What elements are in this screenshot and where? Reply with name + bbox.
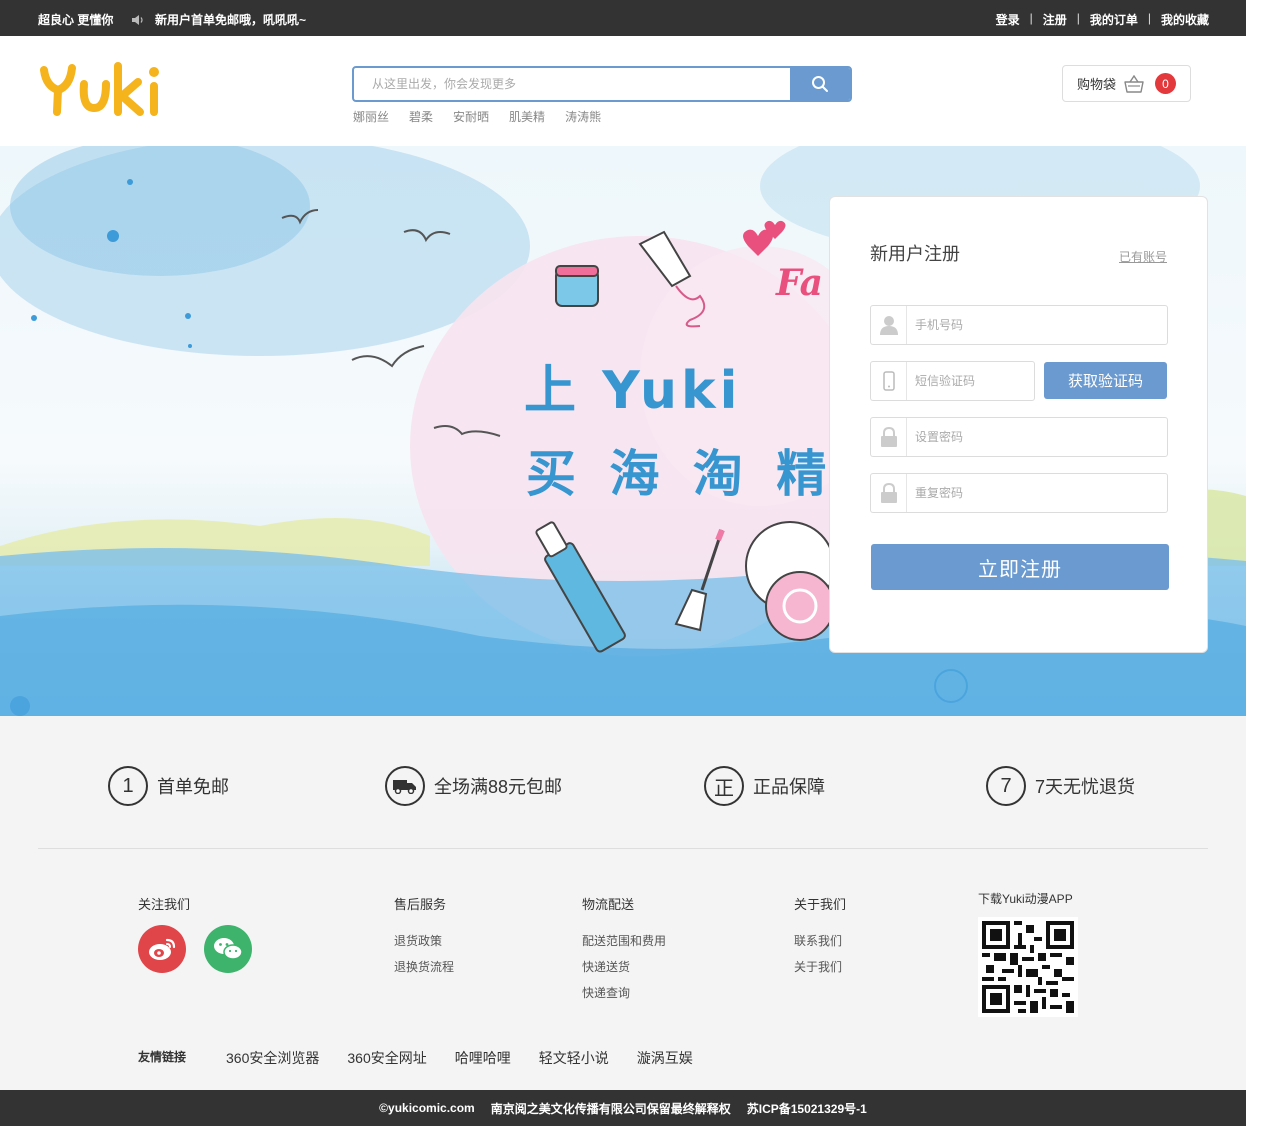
footer-link[interactable]: 退换货流程 xyxy=(394,958,454,975)
yuki-logo-graphic xyxy=(40,62,159,116)
after-sales-column: 售后服务 退货政策 退换货流程 xyxy=(394,894,454,984)
friend-links-title: 友情链接 xyxy=(138,1049,187,1064)
search-button[interactable] xyxy=(790,68,850,100)
user-icon xyxy=(871,306,907,344)
footer-link[interactable]: 快递送货 xyxy=(582,958,666,975)
password-input[interactable] xyxy=(915,418,1155,456)
friend-link[interactable]: 轻文轻小说 xyxy=(539,1048,609,1068)
promise-label: 首单免邮 xyxy=(157,777,229,797)
basket-icon xyxy=(1124,74,1144,93)
repeat-password-field xyxy=(870,473,1168,513)
lock-icon xyxy=(871,418,907,456)
sms-code-field xyxy=(870,361,1035,401)
separator: | xyxy=(1147,11,1151,25)
promise-item: 正 正品保障 xyxy=(704,766,825,806)
cart-label: 购物袋 xyxy=(1077,77,1117,92)
register-title: 新用户注册 xyxy=(870,244,960,264)
my-orders-link[interactable]: 我的订单 xyxy=(1090,11,1138,28)
footer-link[interactable]: 配送范围和费用 xyxy=(582,932,666,949)
footer-link[interactable]: 关于我们 xyxy=(794,958,846,975)
number-seven-icon: 7 xyxy=(986,766,1026,806)
window-edge xyxy=(1246,0,1263,1126)
search-box xyxy=(352,66,852,102)
lock-icon xyxy=(871,474,907,512)
qr-code-icon xyxy=(982,921,1074,1013)
friend-link[interactable]: 360安全浏览器 xyxy=(226,1048,319,1068)
slogan: 超良心 更懂你 xyxy=(38,13,114,27)
icp-number: 苏ICP备15021329号-1 xyxy=(746,1101,867,1116)
copyright: ©yukicomic.com xyxy=(379,1101,475,1115)
number-one-icon: 1 xyxy=(108,766,148,806)
hot-words: 娜丽丝 碧柔 安耐晒 肌美精 涛涛熊 xyxy=(353,108,621,125)
hot-word[interactable]: 安耐晒 xyxy=(453,108,489,125)
register-submit-button[interactable]: 立即注册 xyxy=(871,544,1169,590)
top-bar: 超良心 更懂你 新用户首单免邮哦，吼吼吼~ 登录 | 注册 | 我的订单 | 我… xyxy=(0,0,1246,36)
footer-link[interactable]: 快递查询 xyxy=(582,984,666,1001)
column-title: 关于我们 xyxy=(794,897,847,912)
hot-word[interactable]: 涛涛熊 xyxy=(565,108,601,125)
app-qr-code xyxy=(978,917,1078,1017)
truck-icon xyxy=(385,766,425,806)
promise-label: 正品保障 xyxy=(753,777,825,797)
promise-label: 7天无忧退货 xyxy=(1035,777,1136,797)
promise-label: 全场满88元包邮 xyxy=(434,777,563,797)
footer-link[interactable]: 退货政策 xyxy=(394,932,454,949)
login-link[interactable]: 登录 xyxy=(996,11,1020,28)
weibo-button[interactable] xyxy=(138,925,186,973)
service-promises: 1 首单免邮 全场满88元包邮 正 正品保障 7 7天无忧退货 xyxy=(0,716,1246,848)
friend-link[interactable]: 漩涡互娱 xyxy=(637,1048,693,1068)
search-icon xyxy=(812,76,828,92)
bottom-bar: ©yukicomic.com 南京阅之美文化传播有限公司保留最终解释权 苏ICP… xyxy=(0,1090,1246,1126)
separator: | xyxy=(1076,11,1080,25)
promise-item: 7 7天无忧退货 xyxy=(986,766,1135,806)
header: 娜丽丝 碧柔 安耐晒 肌美精 涛涛熊 购物袋 0 xyxy=(0,36,1246,146)
logistics-column: 物流配送 配送范围和费用 快递送货 快递查询 xyxy=(582,894,666,1010)
speaker-icon xyxy=(132,14,143,25)
cart-button[interactable]: 购物袋 0 xyxy=(1062,65,1191,102)
banner-subheadline: 买 海 淘 精 xyxy=(526,445,835,503)
sms-code-input[interactable] xyxy=(915,362,1027,400)
top-links: 登录 | 注册 | 我的订单 | 我的收藏 xyxy=(996,11,1209,28)
column-title: 售后服务 xyxy=(394,897,447,912)
separator: | xyxy=(1029,11,1033,25)
existing-account-link[interactable]: 已有账号 xyxy=(1119,248,1167,265)
friend-link[interactable]: 哈哩哈哩 xyxy=(455,1048,511,1068)
get-sms-code-button[interactable]: 获取验证码 xyxy=(1044,362,1167,399)
phone-field xyxy=(870,305,1168,345)
password-field xyxy=(870,417,1168,457)
promise-item: 全场满88元包邮 xyxy=(385,766,562,806)
weibo-icon xyxy=(149,938,176,960)
friend-links: 友情链接 360安全浏览器 360安全网址 哈哩哈哩 轻文轻小说 漩涡互娱 xyxy=(138,1048,721,1068)
wechat-button[interactable] xyxy=(204,925,252,973)
column-title: 关注我们 xyxy=(138,897,191,912)
search-input[interactable] xyxy=(354,68,792,100)
notice: 新用户首单免邮哦，吼吼吼~ xyxy=(131,11,306,28)
wechat-icon xyxy=(214,938,243,960)
register-link[interactable]: 注册 xyxy=(1043,11,1067,28)
company-statement: 南京阅之美文化传播有限公司保留最终解释权 xyxy=(490,1101,731,1116)
register-panel: 新用户注册 已有账号 获取验证码 xyxy=(829,196,1208,653)
hot-word[interactable]: 娜丽丝 xyxy=(353,108,389,125)
footer-link[interactable]: 联系我们 xyxy=(794,932,846,949)
section-divider xyxy=(38,848,1208,849)
phone-input[interactable] xyxy=(915,306,1155,344)
genuine-icon: 正 xyxy=(704,766,744,806)
mobile-phone-icon xyxy=(871,362,907,400)
hot-word[interactable]: 碧柔 xyxy=(409,108,433,125)
about-column: 关于我们 联系我们 关于我们 xyxy=(794,894,846,984)
notice-text: 新用户首单免邮哦，吼吼吼~ xyxy=(155,13,307,27)
cart-count-badge: 0 xyxy=(1155,73,1176,94)
page: 超良心 更懂你 新用户首单免邮哦，吼吼吼~ 登录 | 注册 | 我的订单 | 我… xyxy=(0,0,1246,1126)
yuki-logo[interactable] xyxy=(40,60,166,125)
hot-word[interactable]: 肌美精 xyxy=(509,108,545,125)
banner-headline: 上 Yuki xyxy=(524,361,742,421)
app-download-title: 下载Yuki动漫APP xyxy=(978,892,1073,906)
banner-corner-text: Fa xyxy=(776,262,823,304)
promise-item: 1 首单免邮 xyxy=(108,766,229,806)
repeat-password-input[interactable] xyxy=(915,474,1155,512)
friend-link[interactable]: 360安全网址 xyxy=(347,1048,426,1068)
column-title: 物流配送 xyxy=(582,897,635,912)
my-favorites-link[interactable]: 我的收藏 xyxy=(1161,11,1209,28)
